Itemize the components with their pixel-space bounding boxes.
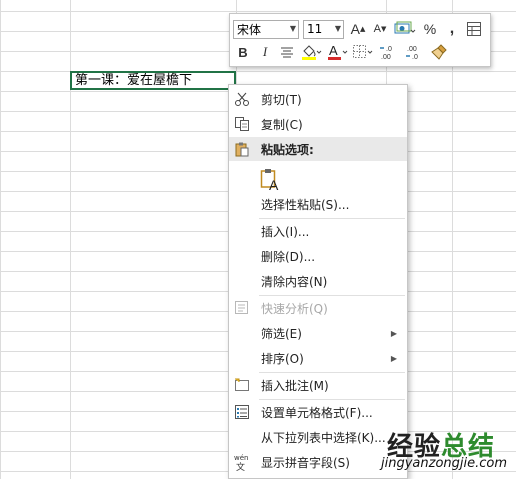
menu-item-cut[interactable]: 剪切(T) [229,87,407,111]
menu-item-delete[interactable]: 删除(D)... [229,244,407,268]
menu-item-format-cells[interactable]: 设置单元格格式(F)... [229,400,407,424]
menu-item-label: 从下拉列表中选择(K)... [261,430,386,445]
menu-item-filter[interactable]: 筛选(E) ▶ [229,321,407,345]
copy-icon [233,116,251,132]
align-center-icon [281,47,293,58]
decrease-decimal-button[interactable]: .00 .0 [403,42,427,62]
chevron-down-icon[interactable]: ▼ [290,24,296,33]
comma-style-button[interactable]: , [442,19,462,39]
svg-text:.00: .00 [407,46,417,53]
borders-icon [353,45,373,58]
menu-item-label: 选择性粘贴(S)... [261,197,350,212]
menu-item-label: 设置单元格格式(F)... [261,405,373,420]
currency-icon [394,21,416,34]
quick-analysis-icon [233,300,251,316]
increase-font-size-button[interactable]: A ▲ [348,19,368,39]
accounting-format-button[interactable] [392,19,418,39]
menu-item-insert[interactable]: 插入(I)... [229,219,407,243]
menu-item-paste-special[interactable]: 选择性粘贴(S)... [229,192,407,216]
clipboard-icon [233,141,251,157]
format-painter-table-button[interactable] [464,19,484,39]
bold-button[interactable]: B [233,42,253,62]
menu-item-label: 剪切(T) [261,92,302,107]
paint-bucket-icon [302,45,322,60]
mini-toolbar: 宋体 ▼ 11 ▼ A ▲ A ▼ % , B I A .0 .00 .00 .… [229,13,491,67]
decrease-font-size-button[interactable]: A ▼ [370,19,390,39]
font-color-icon: A [328,43,348,60]
comment-icon [233,377,251,393]
svg-text:A: A [269,177,279,192]
paste-options-header: 粘贴选项: [229,137,407,161]
scissors-icon [233,91,251,107]
context-menu: 剪切(T) 复制(C) 粘贴选项: A 选择性粘贴(S)... 插入(I)...… [228,84,408,479]
submenu-arrow-icon: ▶ [390,328,397,338]
submenu-arrow-icon: ▶ [390,353,397,363]
phonetic-icon: wén 文 [233,454,251,471]
format-painter-button[interactable] [429,42,449,62]
increase-decimal-icon: .0 .00 [380,46,392,61]
svg-text:文: 文 [236,461,245,471]
fill-color-button[interactable] [299,42,323,62]
font-name-combo[interactable]: 宋体 ▼ [233,19,299,39]
brush-icon [431,44,447,60]
menu-item-copy[interactable]: 复制(C) [229,112,407,136]
paste-keep-text-icon[interactable]: A [260,168,282,193]
menu-item-label: 粘贴选项: [261,142,314,157]
menu-item-label: 筛选(E) [261,326,302,341]
font-color-button[interactable]: A [325,42,349,62]
selected-cell[interactable]: 第一课：爱在屋檐下 [70,71,236,90]
svg-text:.0: .0 [386,46,392,53]
menu-item-insert-comment[interactable]: 插入批注(M) [229,373,407,397]
font-size-combo[interactable]: 11 ▼ [303,19,344,39]
menu-item-label: 清除内容(N) [261,274,328,289]
center-align-button[interactable] [277,42,297,62]
menu-item-sort[interactable]: 排序(O) ▶ [229,346,407,370]
font-name-value: 宋体 [237,22,262,37]
watermark: 经验总结 jingyanzongjie.com [381,426,516,479]
format-cells-icon [233,404,251,420]
svg-text:wén: wén [234,454,248,462]
chevron-down-icon[interactable]: ▼ [335,24,341,33]
menu-item-clear-contents[interactable]: 清除内容(N) [229,269,407,293]
svg-text:.0: .0 [412,54,418,61]
percent-style-button[interactable]: % [420,19,440,39]
svg-text:.00: .00 [381,54,391,61]
menu-item-label: 复制(C) [261,117,303,132]
menu-item-label: 插入(I)... [261,224,310,239]
menu-item-quick-analysis: 快速分析(Q) [229,296,407,320]
font-size-value: 11 [307,22,323,36]
svg-text:A: A [329,43,338,58]
column-line [452,0,453,479]
watermark-url: jingyanzongjie.com [381,456,508,471]
menu-item-label: 插入批注(M) [261,378,329,393]
decrease-decimal-icon: .00 .0 [406,46,418,61]
menu-item-label: 显示拼音字段(S) [261,455,350,470]
table-icon [467,22,481,36]
borders-button[interactable] [351,42,375,62]
menu-item-label: 删除(D)... [261,249,316,264]
increase-decimal-button[interactable]: .0 .00 [377,42,401,62]
menu-item-label: 排序(O) [261,351,304,366]
menu-item-label: 快速分析(Q) [261,301,328,316]
italic-button[interactable]: I [255,42,275,62]
